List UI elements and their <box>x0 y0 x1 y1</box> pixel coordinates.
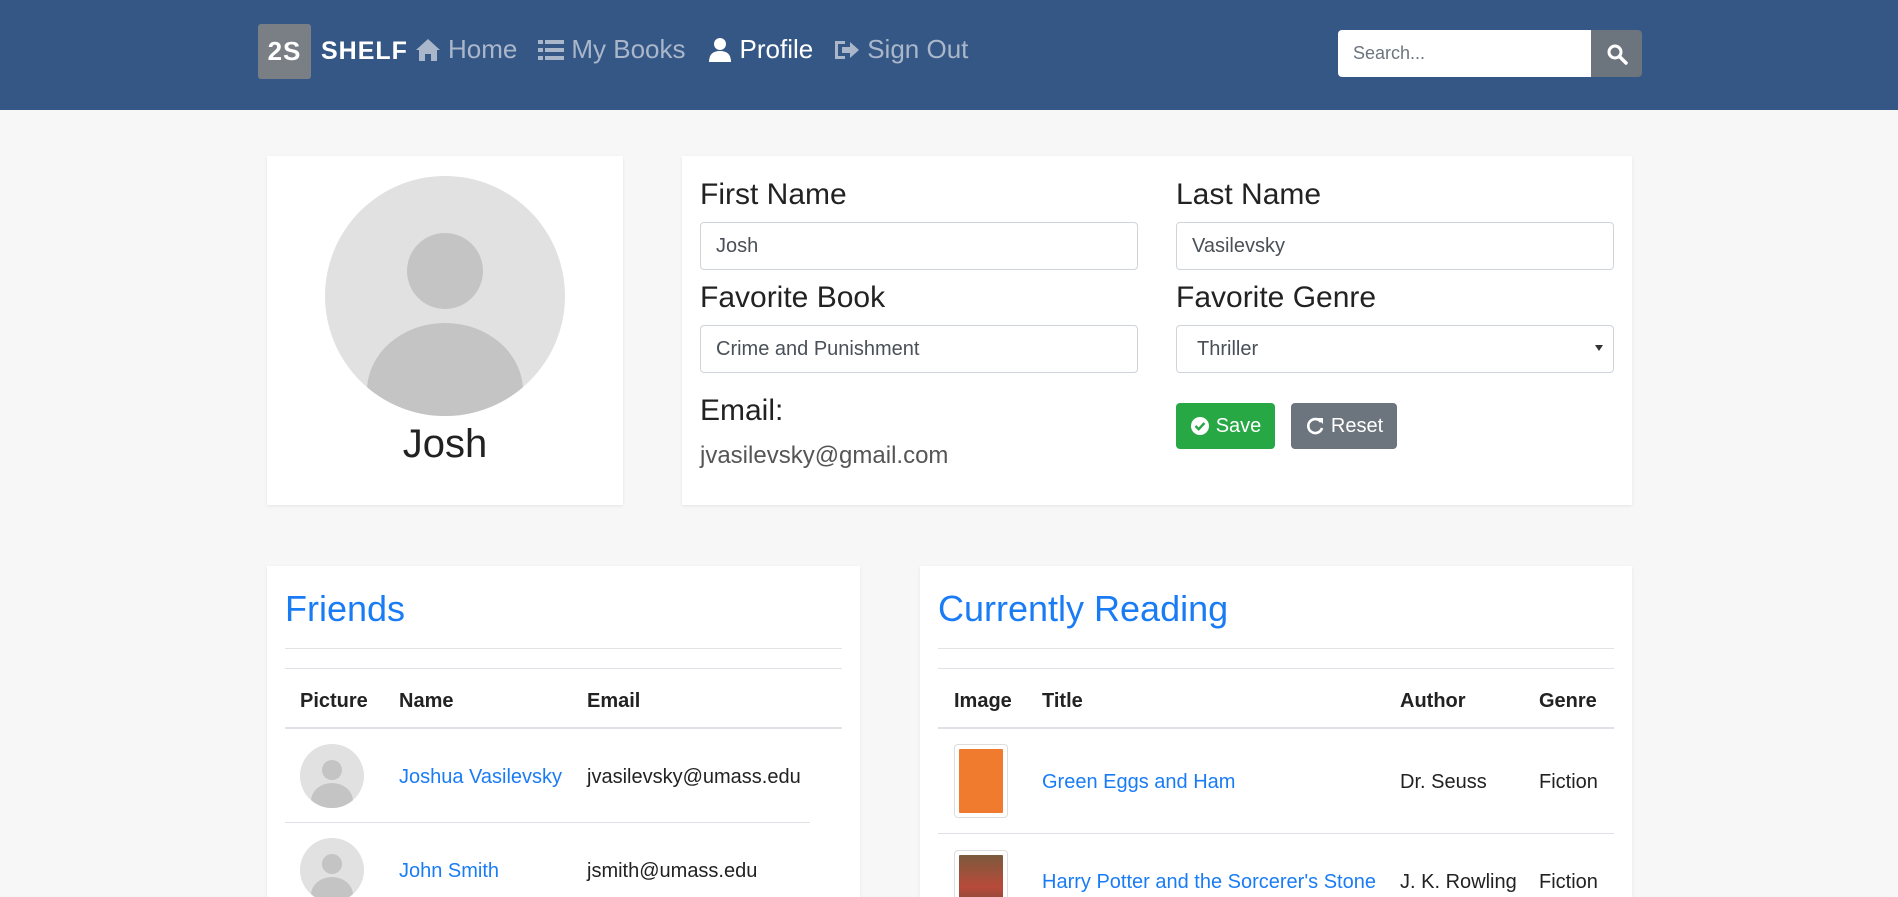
reading-title: Currently Reading <box>938 588 1229 629</box>
divider <box>285 648 842 649</box>
friend-name-link[interactable]: John Smith <box>399 860 499 883</box>
friends-card: Friends Picture Name Email Joshua Vasile… <box>267 566 860 897</box>
friends-col-name: Name <box>399 690 454 712</box>
friends-col-picture: Picture <box>300 690 368 712</box>
reading-col-genre: Genre <box>1539 690 1597 712</box>
search-icon <box>1607 44 1628 65</box>
first-name-label: First Name <box>700 178 847 211</box>
first-name-field[interactable] <box>700 222 1138 270</box>
divider <box>938 648 1614 649</box>
save-button[interactable]: Save <box>1176 403 1275 449</box>
home-icon <box>416 38 440 61</box>
table-head-border <box>285 727 842 729</box>
book-title-link[interactable]: Harry Potter and the Sorcerer's Stone <box>1042 871 1376 894</box>
nav-sign-out[interactable]: Sign Out <box>833 34 968 65</box>
friend-email: jvasilevsky@umass.edu <box>587 766 801 788</box>
reading-col-image: Image <box>954 690 1012 712</box>
nav-profile-label: Profile <box>739 34 814 64</box>
book-cover-art <box>959 749 1003 813</box>
book-author: J. K. Rowling <box>1400 871 1517 893</box>
table-top-border <box>938 668 1614 669</box>
favorite-genre-label: Favorite Genre <box>1176 281 1377 314</box>
nav-home-label: Home <box>448 34 518 64</box>
currently-reading-card: Currently Reading Image Title Author Gen… <box>920 566 1632 897</box>
favorite-book-field[interactable] <box>700 325 1138 373</box>
save-label: Save <box>1215 414 1262 437</box>
nav-profile[interactable]: Profile <box>706 34 814 65</box>
profile-avatar-card: Josh <box>267 156 623 505</box>
nav-my-books[interactable]: My Books <box>537 34 686 65</box>
profile-form-card: First Name Last Name Favorite Book Favor… <box>682 156 1632 505</box>
brand-logo: 2S <box>258 24 311 79</box>
user-icon <box>708 37 731 62</box>
avatar <box>325 176 565 416</box>
book-cover-art <box>959 855 1003 897</box>
friend-email: jsmith@umass.edu <box>587 860 758 882</box>
search-input[interactable] <box>1338 30 1591 77</box>
friend-avatar <box>300 744 364 808</box>
reset-label: Reset <box>1330 414 1384 437</box>
book-cover-image[interactable] <box>954 850 1008 897</box>
avatar-placeholder-icon <box>367 233 523 416</box>
nav-home[interactable]: Home <box>414 34 517 65</box>
friends-col-email: Email <box>587 690 641 712</box>
nav-sign-out-label: Sign Out <box>867 34 969 64</box>
navbar: 2S SHELF Home My Books Profile Sign Out <box>0 0 1898 110</box>
reading-col-title: Title <box>1042 690 1083 712</box>
book-title-link[interactable]: Green Eggs and Ham <box>1042 771 1235 794</box>
list-icon <box>538 39 565 60</box>
favorite-book-label: Favorite Book <box>700 281 886 314</box>
search-bar <box>1338 30 1642 77</box>
sign-out-icon <box>835 40 860 59</box>
favorite-genre-value: Thriller <box>1197 337 1259 360</box>
reset-button[interactable]: Reset <box>1291 403 1397 449</box>
favorite-genre-select[interactable]: Thriller <box>1176 325 1614 373</box>
friend-avatar <box>300 838 364 897</box>
email-value: jvasilevsky@gmail.com <box>700 442 949 469</box>
book-genre: Fiction <box>1539 871 1598 893</box>
last-name-label: Last Name <box>1176 178 1322 211</box>
profile-name: Josh <box>402 422 488 466</box>
redo-icon <box>1306 417 1324 435</box>
check-circle-icon <box>1190 417 1209 435</box>
brand-name: SHELF <box>321 37 408 65</box>
book-genre: Fiction <box>1539 771 1598 793</box>
row-divider <box>938 833 1614 834</box>
reading-col-author: Author <box>1400 690 1466 712</box>
search-button[interactable] <box>1591 30 1642 77</box>
table-top-border <box>285 668 842 669</box>
table-head-border <box>938 727 1614 729</box>
friend-name-link[interactable]: Joshua Vasilevsky <box>399 766 562 789</box>
nav-links: Home My Books Profile Sign Out <box>414 34 988 65</box>
friends-title: Friends <box>285 588 406 629</box>
row-divider <box>285 822 810 823</box>
email-label: Email: <box>700 394 784 427</box>
book-cover-image[interactable] <box>954 744 1008 818</box>
caret-down-icon <box>1595 345 1603 351</box>
brand[interactable]: 2S SHELF <box>258 24 408 79</box>
book-author: Dr. Seuss <box>1400 771 1487 793</box>
last-name-field[interactable] <box>1176 222 1614 270</box>
nav-my-books-label: My Books <box>571 34 686 64</box>
